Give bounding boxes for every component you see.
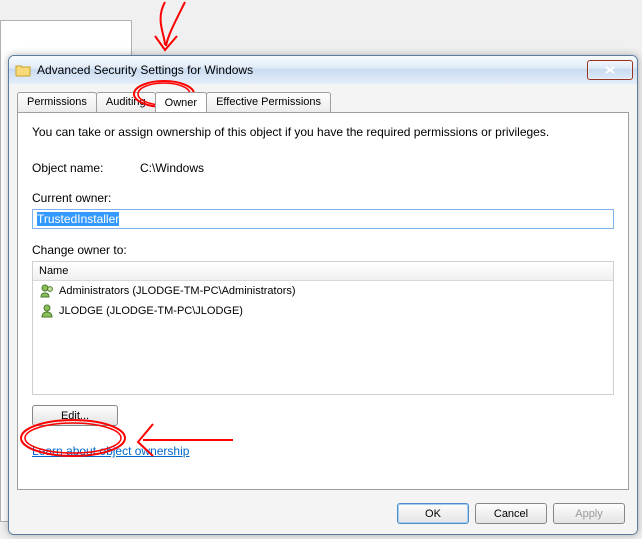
tab-permissions[interactable]: Permissions (17, 92, 97, 112)
current-owner-value: TrustedInstaller (37, 212, 119, 226)
dialog-body: Permissions Auditing Owner Effective Per… (9, 84, 637, 534)
canvas: Advanced Security Settings for Windows P… (0, 0, 642, 539)
tab-auditing[interactable]: Auditing (96, 92, 156, 112)
tab-owner[interactable]: Owner (155, 92, 207, 112)
object-name-value: C:\Windows (140, 161, 204, 175)
tab-panel: You can take or assign ownership of this… (17, 112, 629, 490)
titlebar: Advanced Security Settings for Windows (9, 56, 637, 85)
apply-button[interactable]: Apply (553, 503, 625, 524)
owner-list[interactable]: Name Administrators (JLODGE-TM-PC\Admini… (32, 261, 614, 395)
change-owner-label: Change owner to: (32, 243, 614, 257)
tab-strip: Permissions Auditing Owner Effective Per… (17, 92, 330, 112)
object-name-row: Object name: C:\Windows (32, 161, 614, 175)
close-button[interactable] (587, 60, 633, 80)
edit-area: Edit... (32, 405, 614, 426)
dialog-window: Advanced Security Settings for Windows P… (8, 55, 638, 535)
cancel-button[interactable]: Cancel (475, 503, 547, 524)
edit-button[interactable]: Edit... (32, 405, 118, 426)
user-icon (39, 303, 55, 319)
object-name-label: Object name: (32, 161, 140, 175)
list-item-label: Administrators (JLODGE-TM-PC\Administrat… (59, 285, 296, 297)
list-item-label: JLODGE (JLODGE-TM-PC\JLODGE) (59, 305, 243, 317)
window-title: Advanced Security Settings for Windows (37, 63, 587, 77)
list-item[interactable]: Administrators (JLODGE-TM-PC\Administrat… (33, 281, 613, 301)
description-text: You can take or assign ownership of this… (32, 125, 614, 139)
current-owner-field[interactable]: TrustedInstaller (32, 209, 614, 229)
users-group-icon (39, 283, 55, 299)
dialog-buttons: OK Cancel Apply (397, 503, 625, 524)
list-item[interactable]: JLODGE (JLODGE-TM-PC\JLODGE) (33, 301, 613, 321)
learn-link[interactable]: Learn about object ownership (32, 444, 189, 458)
tab-effective-permissions[interactable]: Effective Permissions (206, 92, 331, 112)
panel-inner: You can take or assign ownership of this… (18, 113, 628, 470)
annotation-arrow-icon (135, 0, 205, 60)
list-header-name[interactable]: Name (33, 262, 613, 281)
ok-button[interactable]: OK (397, 503, 469, 524)
folder-icon (15, 62, 31, 78)
current-owner-label: Current owner: (32, 191, 614, 205)
close-icon (605, 66, 615, 74)
